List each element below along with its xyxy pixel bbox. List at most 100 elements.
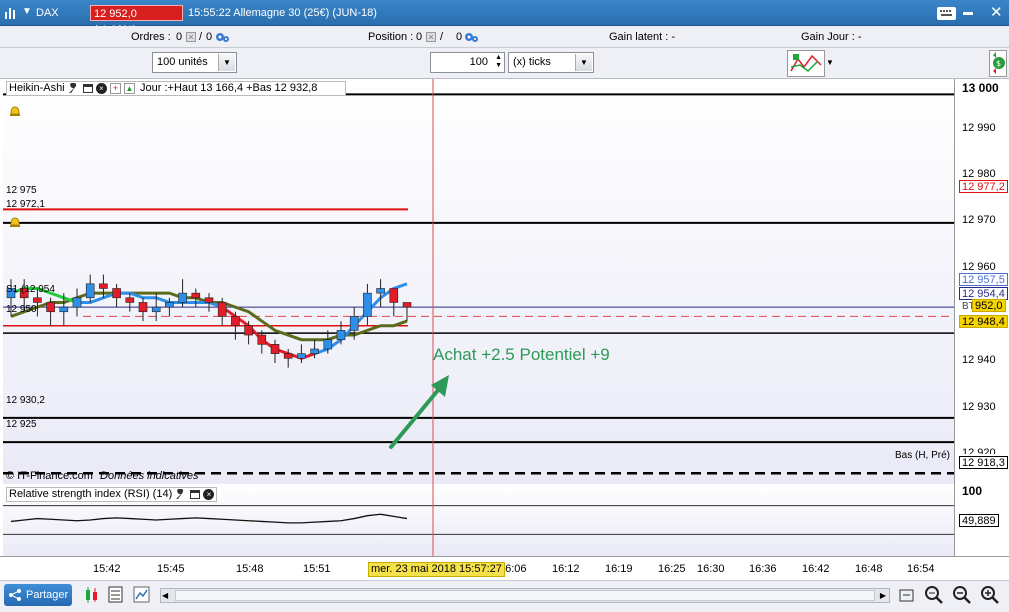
keyboard-icon[interactable] bbox=[937, 7, 956, 20]
arrow-up-icon[interactable]: ▲ bbox=[123, 82, 135, 94]
price-chart[interactable] bbox=[3, 79, 954, 484]
candle-body bbox=[178, 292, 187, 303]
x-tick: 16:12 bbox=[552, 563, 580, 575]
price-badge-12957: 12 957,5 bbox=[959, 273, 1008, 286]
rsi-label[interactable]: Relative strength index (RSI) (14) bbox=[9, 488, 172, 500]
drawing-tools-icon[interactable] bbox=[133, 586, 151, 604]
rsi-header: Relative strength index (RSI) (14) × bbox=[6, 487, 218, 502]
ticks-select-value: (x) ticks bbox=[513, 56, 551, 68]
x-tick: 16:25 bbox=[658, 563, 686, 575]
zoom-region-icon[interactable] bbox=[924, 585, 944, 605]
level-label-s1: S1 (12 954 bbox=[6, 284, 55, 295]
indicator-name[interactable]: Heikin-Ashi bbox=[9, 82, 65, 94]
ordres-value2: 0 bbox=[206, 31, 213, 43]
close-icon[interactable]: ✕ bbox=[990, 4, 1003, 22]
order-info-bar: Ordres : 0 × / 0 Position : 0 × / 0 Gain… bbox=[0, 26, 1009, 48]
y-tick: 12 990 bbox=[962, 122, 996, 134]
close-indicator-icon[interactable]: × bbox=[203, 488, 215, 500]
minimize-icon[interactable] bbox=[963, 12, 973, 15]
position-gear-icon[interactable] bbox=[464, 31, 478, 43]
candle-body bbox=[59, 306, 69, 313]
units-select[interactable]: 100 unités ▼ bbox=[152, 52, 237, 73]
candle-body bbox=[363, 292, 372, 317]
candle-body bbox=[165, 302, 174, 308]
y-tick: 12 920 bbox=[962, 447, 996, 454]
candle-body bbox=[283, 353, 293, 359]
ordres-cancel-icon[interactable]: × bbox=[186, 31, 196, 43]
time-axis[interactable]: 15:42 15:45 15:48 15:51 16:06 16:12 16:1… bbox=[0, 556, 1009, 580]
price-badge-12948: 12 948,4 bbox=[959, 315, 1008, 328]
close-indicator-icon[interactable]: × bbox=[95, 82, 107, 94]
indicators-icon[interactable] bbox=[108, 586, 124, 604]
wrench-icon[interactable] bbox=[175, 487, 187, 500]
scroll-right-icon[interactable]: ▶ bbox=[880, 589, 886, 602]
candle-body bbox=[46, 302, 55, 313]
candle-body bbox=[244, 325, 253, 336]
ordres-gear-icon[interactable] bbox=[215, 31, 229, 43]
title-bar: ▼ DAX 12 952,0 (-1,62%) 15:55:22 Allemag… bbox=[0, 0, 1009, 36]
add-indicator-icon[interactable]: + bbox=[109, 82, 121, 94]
gain-jour: Gain Jour : - bbox=[801, 31, 862, 43]
ticks-quantity-value: 100 bbox=[469, 56, 488, 68]
rsi-line bbox=[10, 513, 408, 524]
price-chart-canvas[interactable] bbox=[3, 79, 954, 484]
share-button[interactable]: Partager bbox=[4, 584, 72, 606]
zoom-in-icon[interactable] bbox=[980, 585, 1000, 605]
candle-body bbox=[349, 316, 359, 331]
tools-dropdown-icon[interactable]: ▼ bbox=[826, 58, 834, 67]
scrollbar-thumb[interactable] bbox=[175, 590, 875, 601]
time-scrollbar[interactable]: ◀ ▶ bbox=[160, 588, 890, 603]
x-tick: 16:36 bbox=[749, 563, 777, 575]
level-label-12950: 12 950 bbox=[6, 304, 37, 315]
position-value: 0 bbox=[416, 31, 423, 43]
candle-body bbox=[323, 339, 333, 350]
instrument-dropdown-icon[interactable]: ▼ bbox=[22, 6, 32, 17]
level-label-12925: 12 925 bbox=[6, 419, 37, 430]
position-cancel-icon[interactable]: × bbox=[426, 31, 436, 43]
chart-header: Heikin-Ashi × + ▲ Jour :+Haut 13 166,4 +… bbox=[6, 81, 346, 96]
candle-body bbox=[231, 316, 240, 327]
alert-bell-icon[interactable] bbox=[8, 215, 22, 228]
y-tick: 12 970 bbox=[962, 214, 996, 226]
zoom-out-icon[interactable] bbox=[952, 585, 972, 605]
x-tick: 16:19 bbox=[605, 563, 633, 575]
copyright-text: © IT-Finance.com bbox=[6, 470, 93, 482]
scroll-left-icon[interactable]: ◀ bbox=[162, 589, 168, 602]
stepper-arrows-icon[interactable]: ▲ ▼ bbox=[495, 54, 502, 70]
x-tick: 15:45 bbox=[157, 563, 185, 575]
candle-body bbox=[33, 297, 42, 303]
bottom-toolbar: Partager ◀ ▶ bbox=[0, 580, 1009, 612]
fit-chart-icon[interactable] bbox=[899, 588, 915, 604]
order-ticket-button[interactable]: $ bbox=[989, 50, 1007, 77]
last-price-badge: 952,0 bbox=[972, 299, 1006, 312]
chevron-down-icon[interactable]: ▼ bbox=[218, 54, 235, 71]
instrument-name[interactable]: DAX bbox=[36, 7, 59, 19]
x-tick: 15:42 bbox=[93, 563, 121, 575]
y-tick: 12 980 bbox=[962, 168, 996, 180]
wrench-icon[interactable] bbox=[68, 81, 80, 94]
position-separator: / bbox=[440, 31, 444, 43]
ordres-label: Ordres : bbox=[131, 31, 171, 43]
candle-body bbox=[112, 288, 121, 299]
alert-bell-icon[interactable] bbox=[8, 104, 22, 117]
level-label-12972: 12 972,1 bbox=[6, 199, 45, 210]
share-label: Partager bbox=[26, 589, 69, 601]
chart-app-icon bbox=[5, 8, 15, 19]
candlestick-type-icon[interactable] bbox=[84, 586, 100, 604]
ticks-select[interactable]: (x) ticks ▼ bbox=[508, 52, 594, 73]
maximize-icon[interactable] bbox=[190, 489, 201, 499]
trading-tools-button[interactable] bbox=[787, 50, 825, 77]
x-tick: 16:54 bbox=[907, 563, 935, 575]
ordres-value: 0 bbox=[176, 31, 183, 43]
price-axis[interactable]: 13 000 12 990 12 980 12 970 12 960 12 94… bbox=[954, 79, 1009, 556]
candle-body bbox=[217, 302, 227, 317]
units-select-value: 100 unités bbox=[157, 56, 208, 68]
candle-body bbox=[270, 344, 280, 354]
buy-sell-icon: $ bbox=[993, 52, 1005, 74]
maximize-icon[interactable] bbox=[82, 83, 93, 93]
ticks-quantity-input[interactable]: 100 ▲ ▼ bbox=[430, 52, 505, 73]
x-tick: 16:30 bbox=[697, 563, 725, 575]
window-title: 15:55:22 Allemagne 30 (25€) (JUN-18) bbox=[188, 7, 377, 19]
chevron-down-icon[interactable]: ▼ bbox=[575, 54, 592, 71]
rsi-value-badge: 49,889 bbox=[959, 514, 999, 527]
